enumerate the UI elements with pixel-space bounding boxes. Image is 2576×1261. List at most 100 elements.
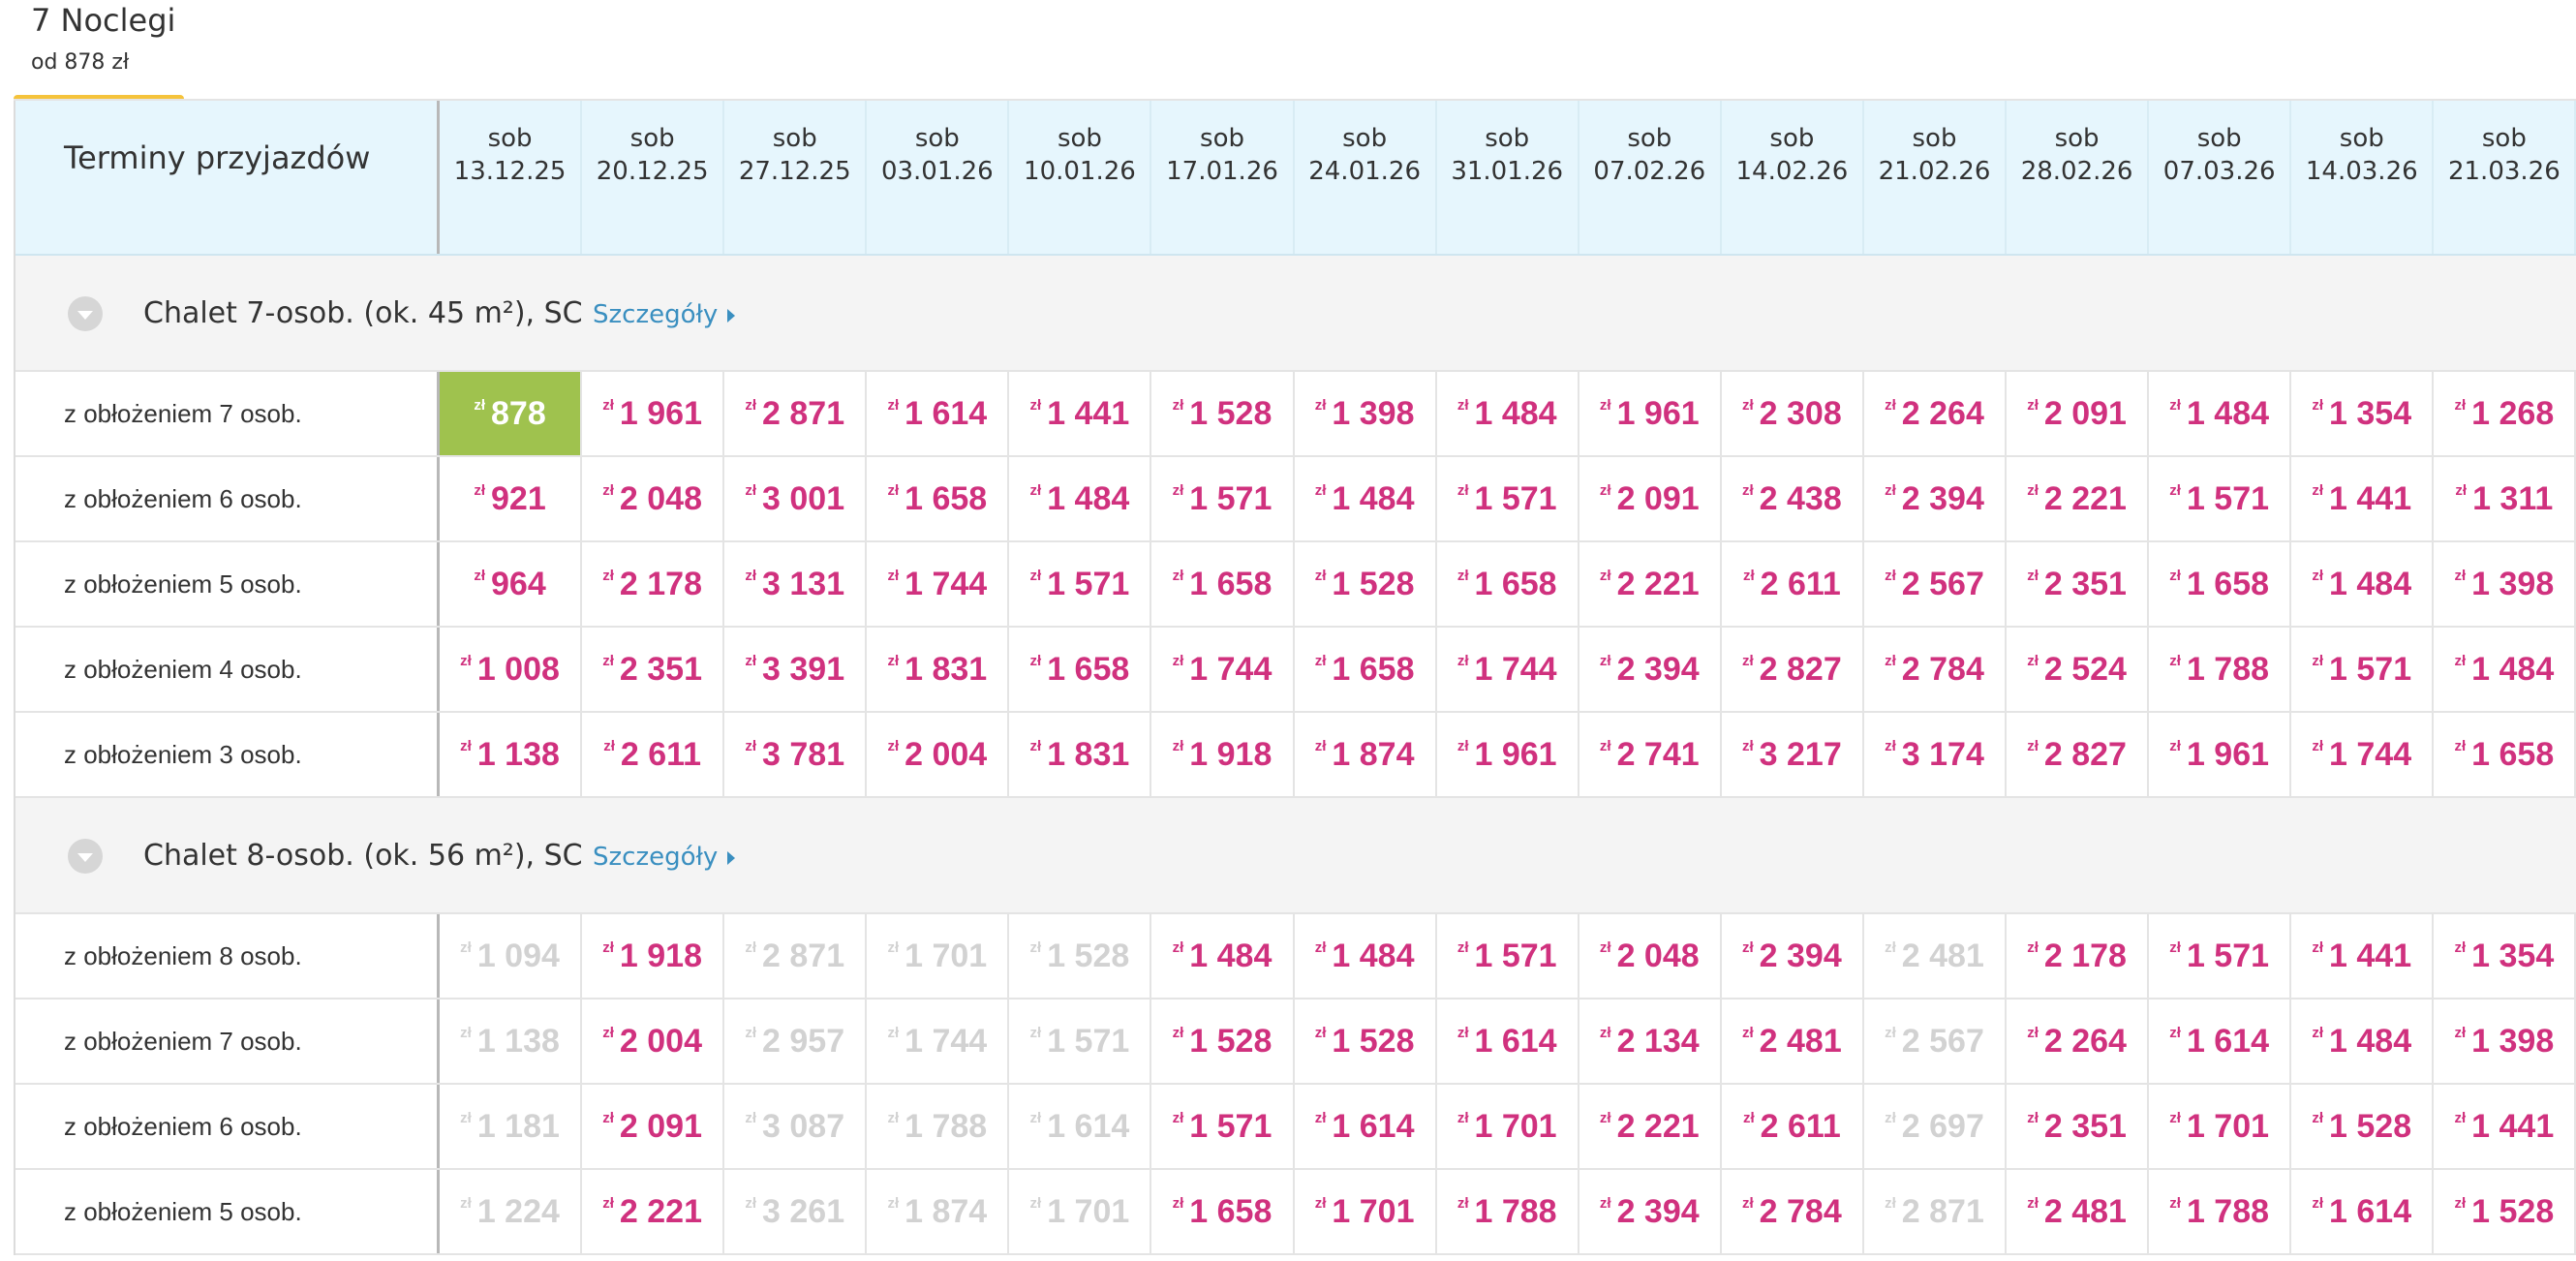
price-available[interactable]: zł 2 394: [1722, 914, 1862, 998]
price-available[interactable]: zł 1 484: [2291, 1000, 2432, 1083]
price-available[interactable]: zł 1 658: [2149, 542, 2289, 626]
price-available[interactable]: zł 2 004: [867, 713, 1007, 796]
price-available[interactable]: zł 2 827: [1722, 628, 1862, 711]
price-available[interactable]: zł 2 481: [2007, 1170, 2147, 1253]
price-available[interactable]: zł 1 961: [1437, 713, 1578, 796]
price-available[interactable]: zł 1 658: [867, 457, 1007, 540]
price-available[interactable]: zł 1 961: [2149, 713, 2289, 796]
price-available[interactable]: zł 2 221: [2007, 457, 2147, 540]
price-available[interactable]: zł 1 484: [2149, 372, 2289, 455]
price-available[interactable]: zł 1 658: [2434, 713, 2574, 796]
price-available[interactable]: zł 1 658: [1151, 1170, 1292, 1253]
price-available[interactable]: zł 1 441: [2291, 914, 2432, 998]
price-available[interactable]: zł 1 831: [867, 628, 1007, 711]
price-available[interactable]: zł 2 221: [1579, 542, 1720, 626]
price-available[interactable]: zł 1 744: [1151, 628, 1292, 711]
price-available[interactable]: zł 2 178: [582, 542, 722, 626]
price-available[interactable]: zł 2 871: [724, 372, 865, 455]
price-available[interactable]: zł 1 398: [1295, 372, 1435, 455]
price-available[interactable]: zł 1 484: [1151, 914, 1292, 998]
price-available[interactable]: zł 2 567: [1864, 542, 2005, 626]
price-available[interactable]: zł 1 528: [1295, 542, 1435, 626]
price-available[interactable]: zł 2 004: [582, 1000, 722, 1083]
price-available[interactable]: zł 1 528: [1295, 1000, 1435, 1083]
price-available[interactable]: zł 2 784: [1722, 1170, 1862, 1253]
price-available[interactable]: zł 3 001: [724, 457, 865, 540]
price-available[interactable]: zł 2 221: [582, 1170, 722, 1253]
price-available[interactable]: zł 2 091: [582, 1085, 722, 1168]
price-available[interactable]: zł 878: [440, 372, 580, 455]
price-available[interactable]: zł 3 131: [724, 542, 865, 626]
price-available[interactable]: zł 964: [440, 542, 580, 626]
price-available[interactable]: zł 1 831: [1009, 713, 1150, 796]
price-available[interactable]: zł 2 394: [1579, 628, 1720, 711]
price-available[interactable]: zł 1 701: [1295, 1170, 1435, 1253]
price-available[interactable]: zł 1 614: [2149, 1000, 2289, 1083]
price-available[interactable]: zł 1 701: [2149, 1085, 2289, 1168]
price-available[interactable]: zł 1 874: [1295, 713, 1435, 796]
details-link[interactable]: Szczegóły: [593, 843, 736, 872]
price-available[interactable]: zł 1 961: [1579, 372, 1720, 455]
price-available[interactable]: zł 1 614: [1295, 1085, 1435, 1168]
nights-tab[interactable]: 7 Noclegi od 878 zł: [14, 0, 184, 103]
price-available[interactable]: zł 1 441: [2434, 1085, 2574, 1168]
price-available[interactable]: zł 2 827: [2007, 713, 2147, 796]
price-available[interactable]: zł 2 134: [1579, 1000, 1720, 1083]
price-available[interactable]: zł 2 481: [1722, 1000, 1862, 1083]
price-available[interactable]: zł 921: [440, 457, 580, 540]
price-available[interactable]: zł 2 524: [2007, 628, 2147, 711]
price-available[interactable]: zł 1 354: [2434, 914, 2574, 998]
price-available[interactable]: zł 2 611: [582, 713, 722, 796]
price-available[interactable]: zł 1 484: [1437, 372, 1578, 455]
chevron-down-icon[interactable]: [68, 839, 103, 874]
price-available[interactable]: zł 1 484: [1009, 457, 1150, 540]
price-available[interactable]: zł 2 351: [582, 628, 722, 711]
price-available[interactable]: zł 1 788: [1437, 1170, 1578, 1253]
price-available[interactable]: zł 1 484: [1295, 457, 1435, 540]
price-available[interactable]: zł 2 264: [2007, 1000, 2147, 1083]
price-available[interactable]: zł 1 528: [2291, 1085, 2432, 1168]
price-available[interactable]: zł 2 784: [1864, 628, 2005, 711]
price-available[interactable]: zł 2 351: [2007, 1085, 2147, 1168]
price-available[interactable]: zł 1 354: [2291, 372, 2432, 455]
price-available[interactable]: zł 2 091: [2007, 372, 2147, 455]
price-available[interactable]: zł 1 788: [2149, 1170, 2289, 1253]
price-available[interactable]: zł 2 221: [1579, 1085, 1720, 1168]
price-available[interactable]: zł 1 398: [2434, 542, 2574, 626]
price-available[interactable]: zł 1 571: [1151, 457, 1292, 540]
price-available[interactable]: zł 1 744: [1437, 628, 1578, 711]
price-available[interactable]: zł 3 217: [1722, 713, 1862, 796]
price-available[interactable]: zł 2 394: [1864, 457, 2005, 540]
price-available[interactable]: zł 2 178: [2007, 914, 2147, 998]
price-available[interactable]: zł 1 701: [1437, 1085, 1578, 1168]
price-available[interactable]: zł 1 658: [1295, 628, 1435, 711]
chevron-down-icon[interactable]: [68, 296, 103, 331]
price-available[interactable]: zł 1 528: [1151, 372, 1292, 455]
price-available[interactable]: zł 1 441: [1009, 372, 1150, 455]
price-available[interactable]: zł 1 571: [2291, 628, 2432, 711]
price-available[interactable]: zł 1 571: [2149, 457, 2289, 540]
price-available[interactable]: zł 1 571: [1009, 542, 1150, 626]
price-available[interactable]: zł 2 438: [1722, 457, 1862, 540]
price-available[interactable]: zł 1 744: [2291, 713, 2432, 796]
price-available[interactable]: zł 1 658: [1151, 542, 1292, 626]
price-available[interactable]: zł 2 091: [1579, 457, 1720, 540]
price-available[interactable]: zł 1 311: [2434, 457, 2574, 540]
price-available[interactable]: zł 3 391: [724, 628, 865, 711]
price-available[interactable]: zł 1 138: [440, 713, 580, 796]
price-available[interactable]: zł 1 484: [2291, 542, 2432, 626]
price-available[interactable]: zł 1 441: [2291, 457, 2432, 540]
price-available[interactable]: zł 1 571: [1437, 914, 1578, 998]
price-available[interactable]: zł 1 744: [867, 542, 1007, 626]
price-available[interactable]: zł 2 741: [1579, 713, 1720, 796]
price-available[interactable]: zł 1 788: [2149, 628, 2289, 711]
price-available[interactable]: zł 1 658: [1437, 542, 1578, 626]
price-available[interactable]: zł 1 571: [1437, 457, 1578, 540]
price-available[interactable]: zł 3 781: [724, 713, 865, 796]
price-available[interactable]: zł 1 571: [1151, 1085, 1292, 1168]
details-link[interactable]: Szczegóły: [593, 300, 736, 329]
price-available[interactable]: zł 1 614: [2291, 1170, 2432, 1253]
price-available[interactable]: zł 3 174: [1864, 713, 2005, 796]
price-available[interactable]: zł 1 484: [1295, 914, 1435, 998]
price-available[interactable]: zł 2 351: [2007, 542, 2147, 626]
